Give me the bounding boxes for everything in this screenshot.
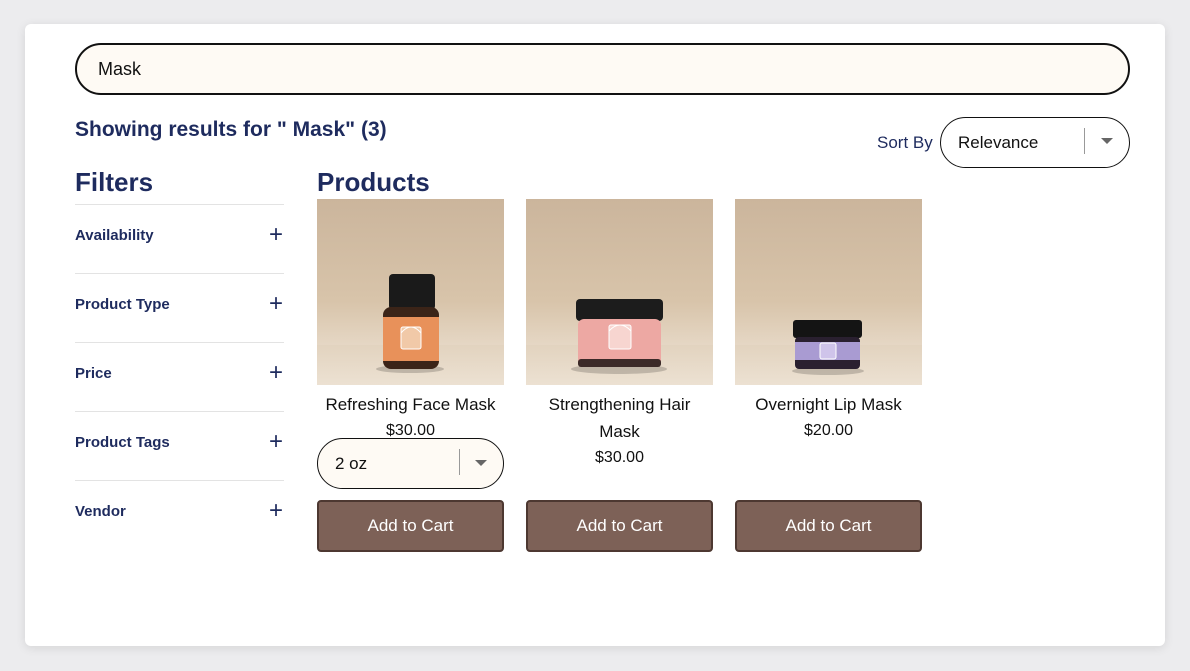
search-field[interactable] [75,43,1130,95]
sort-select[interactable]: Relevance [940,117,1130,168]
plus-icon[interactable]: + [268,292,284,316]
results-heading: Showing results for " Mask" (3) [75,118,387,141]
filter-price[interactable]: Price + [75,342,284,411]
add-to-cart-button[interactable]: Add to Cart [317,500,504,552]
filter-label: Product Tags [75,433,170,451]
products-title: Products [317,167,430,197]
search-input[interactable] [98,58,1128,80]
variant-selected-value: 2 oz [335,453,368,473]
filter-label: Vendor [75,502,126,520]
filter-availability[interactable]: Availability + [75,204,284,273]
filter-label: Availability [75,226,154,244]
chevron-down-icon [1101,138,1113,144]
chevron-down-icon [475,460,487,466]
add-to-cart-button[interactable]: Add to Cart [526,500,713,552]
select-divider [1084,128,1085,154]
filter-label: Product Type [75,295,170,313]
filters-title: Filters [75,167,154,197]
select-divider [459,449,460,475]
plus-icon[interactable]: + [268,430,284,454]
product-image[interactable] [735,199,922,385]
sort-label: Sort By [877,133,933,152]
product-name[interactable]: Overnight Lip Mask [735,391,922,418]
plus-icon[interactable]: + [268,499,284,523]
filter-product-type[interactable]: Product Type + [75,273,284,342]
product-card-strengthening-hair-mask: Strengthening Hair Mask $30.00 Add to Ca… [526,199,713,552]
plus-icon[interactable]: + [268,361,284,385]
product-price: $30.00 [595,449,644,466]
product-card-refreshing-face-mask: Refreshing Face Mask $30.00 2 oz Add to … [317,199,504,552]
product-name[interactable]: Strengthening Hair Mask [526,391,713,445]
add-to-cart-button[interactable]: Add to Cart [735,500,922,552]
filter-product-tags[interactable]: Product Tags + [75,411,284,480]
sort-selected-value: Relevance [958,132,1039,152]
variant-select[interactable]: 2 oz [317,438,504,489]
filter-label: Price [75,364,112,382]
filter-list: Availability + Product Type + Price + Pr… [75,204,284,549]
product-price: $20.00 [804,422,853,439]
jar-illustration [571,299,667,374]
search-results-panel: Showing results for " Mask" (3) Sort By … [25,24,1165,646]
product-image[interactable] [317,199,504,385]
plus-icon[interactable]: + [268,223,284,247]
filter-vendor[interactable]: Vendor + [75,480,284,549]
product-name[interactable]: Refreshing Face Mask [317,391,504,418]
bottle-illustration [376,274,444,373]
product-card-overnight-lip-mask: Overnight Lip Mask $20.00 Add to Cart [735,199,922,552]
product-image[interactable] [526,199,713,385]
tin-illustration [792,320,864,375]
